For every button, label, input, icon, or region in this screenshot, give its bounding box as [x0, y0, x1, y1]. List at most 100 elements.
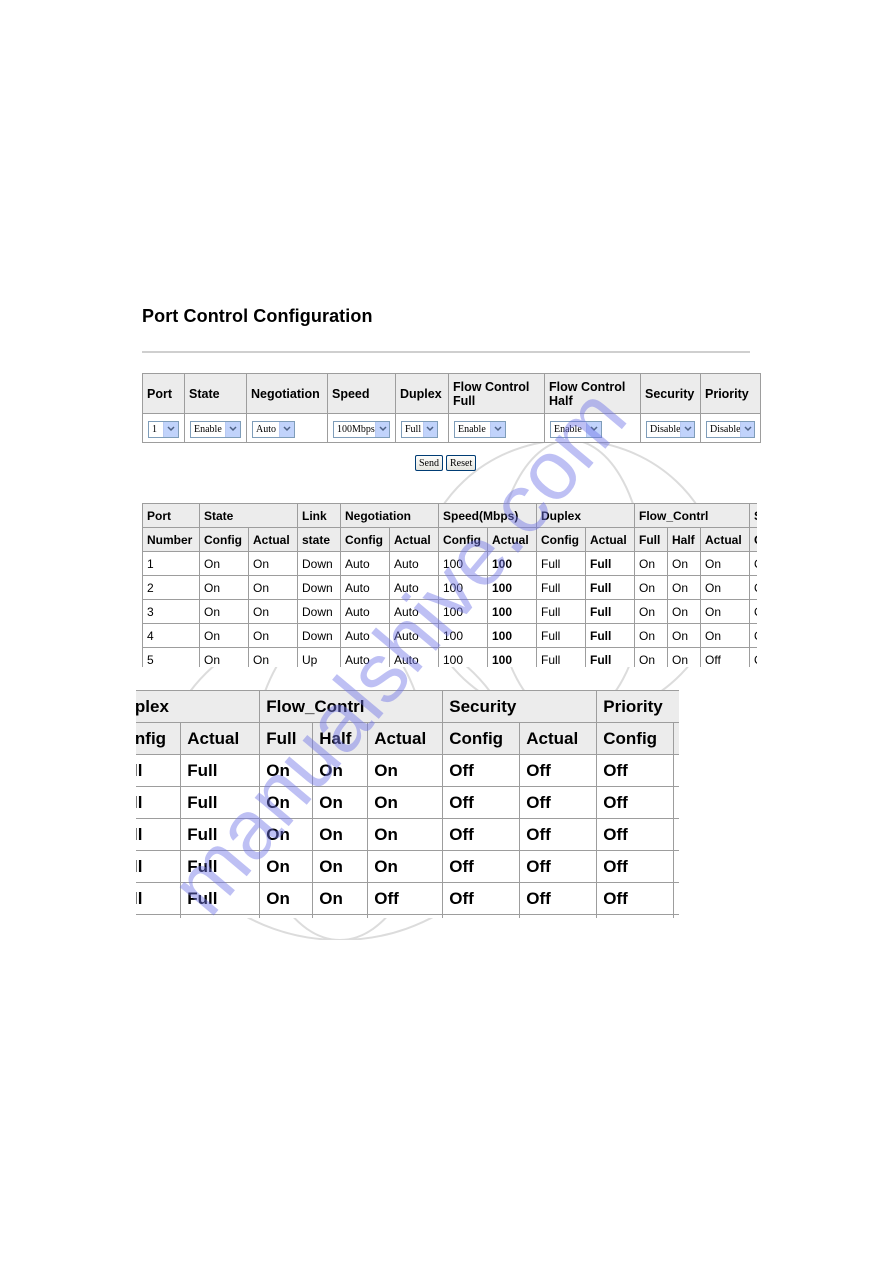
- status-cell: On: [312, 786, 369, 819]
- status-cell: Off: [673, 818, 679, 851]
- status-subheader: Full: [634, 527, 668, 552]
- port-config-table: Port State Negotiation Speed Duplex Flow…: [142, 373, 761, 443]
- header-flow-control-half: Flow Control Half: [544, 373, 641, 414]
- status-cell: 100: [438, 623, 488, 648]
- status-subheader: state: [297, 527, 341, 552]
- status-group-header: Flow_Contrl: [259, 690, 444, 723]
- priority-select[interactable]: Disable: [706, 420, 755, 438]
- table-row: 5OnOnUpAutoAuto100100FullFullOnOnOffOffO…: [142, 647, 757, 667]
- header-state: State: [184, 373, 247, 414]
- status-cell: Off: [673, 850, 679, 883]
- reset-button[interactable]: Reset: [446, 455, 477, 471]
- form-actions: Send Reset: [415, 455, 477, 471]
- status-cell: Off: [596, 786, 675, 819]
- status-cell: [180, 914, 261, 918]
- status-cell: 100: [487, 599, 537, 624]
- page-title: Port Control Configuration: [142, 306, 373, 326]
- status-cell: On: [667, 599, 701, 624]
- chevron-down-icon: [586, 421, 601, 437]
- status-cell: On: [367, 818, 444, 851]
- table-row: 1OnOnDownAutoAuto100100FullFullOnOnOnOff…: [136, 754, 679, 787]
- status-cell: Full: [536, 575, 586, 600]
- status-group-header: Security: [749, 503, 757, 528]
- status-cell: Off: [519, 850, 598, 883]
- status-cell: On: [667, 623, 701, 648]
- status-cell: Off: [442, 850, 521, 883]
- chevron-down-icon: [225, 421, 240, 437]
- status-cell: On: [199, 575, 249, 600]
- status-cell: Off: [442, 754, 521, 787]
- status-cell: Auto: [340, 599, 390, 624]
- status-group-header: Duplex: [536, 503, 635, 528]
- status-group-header: Link: [297, 503, 341, 528]
- chevron-down-icon: [163, 421, 178, 437]
- status-cell: Off: [673, 882, 679, 915]
- status-cell: Full: [180, 786, 261, 819]
- status-subheader: Config: [749, 527, 757, 552]
- status-cell: 100: [487, 575, 537, 600]
- status-cell: Auto: [389, 575, 439, 600]
- status-cell: Off: [596, 850, 675, 883]
- status-group-header: Duplex: [136, 690, 261, 723]
- status-subheader: Config: [438, 527, 488, 552]
- speed-select[interactable]: 100Mbps: [333, 420, 390, 438]
- table-row: 3OnOnDownAutoAuto100100FullFullOnOnOnOff…: [142, 599, 757, 624]
- status-cell: Full: [585, 575, 635, 600]
- status-cell: [312, 914, 369, 918]
- duplex-select[interactable]: Full: [401, 420, 438, 438]
- send-button[interactable]: Send: [415, 455, 443, 471]
- status-cell: Auto: [389, 647, 439, 667]
- port-status-table-view: Port State Link Negotiation Speed(Mbps) Duple…: [142, 503, 757, 667]
- status-subheader: Config: [442, 722, 521, 755]
- status-cell: 100: [487, 647, 537, 667]
- status-cell: Off: [596, 882, 675, 915]
- flow-control-full-select[interactable]: Enable: [454, 420, 506, 438]
- status-cell: On: [312, 818, 369, 851]
- status-cell: On: [199, 647, 249, 667]
- status-cell: Full: [180, 754, 261, 787]
- status-cell: On: [248, 623, 298, 648]
- status-subheader: Number: [142, 527, 200, 552]
- chevron-down-icon: [490, 421, 505, 437]
- table-row: [136, 914, 679, 918]
- status-cell: Full: [136, 850, 182, 883]
- status-group-header: Negotiation: [340, 503, 439, 528]
- status-cell: 100: [438, 599, 488, 624]
- status-cell: On: [312, 754, 369, 787]
- status-cell: [442, 914, 521, 918]
- status-cell: Off: [749, 623, 757, 648]
- negotiation-select[interactable]: Auto: [252, 420, 295, 438]
- status-cell: 100: [438, 575, 488, 600]
- status-cell: Auto: [389, 623, 439, 648]
- status-group-header: Priority: [596, 690, 679, 723]
- config-header-row: Port State Negotiation Speed Duplex Flow…: [142, 373, 761, 414]
- status-cell: [136, 914, 182, 918]
- status-cell: On: [248, 647, 298, 667]
- chevron-down-icon: [680, 421, 694, 437]
- chevron-down-icon: [422, 421, 437, 437]
- flow-control-half-select[interactable]: Enable: [550, 420, 602, 438]
- status-cell: On: [634, 623, 668, 648]
- status-cell: On: [199, 551, 249, 576]
- title-divider: [142, 351, 750, 353]
- status-cell: Full: [585, 551, 635, 576]
- status-cell: On: [700, 551, 750, 576]
- status-cell: [519, 914, 598, 918]
- port-select[interactable]: 1: [148, 420, 179, 438]
- header-duplex: Duplex: [395, 373, 449, 414]
- status-cell: On: [259, 882, 314, 915]
- security-select[interactable]: Disable: [646, 420, 695, 438]
- state-select[interactable]: Enable: [190, 420, 241, 438]
- table-row: 4OnOnDownAutoAuto100100FullFullOnOnOnOff…: [136, 850, 679, 883]
- status-cell: On: [634, 647, 668, 667]
- status-cell: Off: [519, 818, 598, 851]
- status-subheader: Actual: [585, 527, 635, 552]
- status-cell: Full: [536, 647, 586, 667]
- status-group-header-row: PortStateLinkNegotiationSpeed(Mbps)Duple…: [142, 503, 757, 528]
- status-cell: Auto: [340, 647, 390, 667]
- status-cell: Full: [585, 599, 635, 624]
- status-cell: On: [248, 575, 298, 600]
- status-subheader-row: NumberConfigActualstateConfigActualConfi…: [136, 722, 679, 755]
- chevron-down-icon: [375, 421, 389, 437]
- status-cell: Auto: [340, 575, 390, 600]
